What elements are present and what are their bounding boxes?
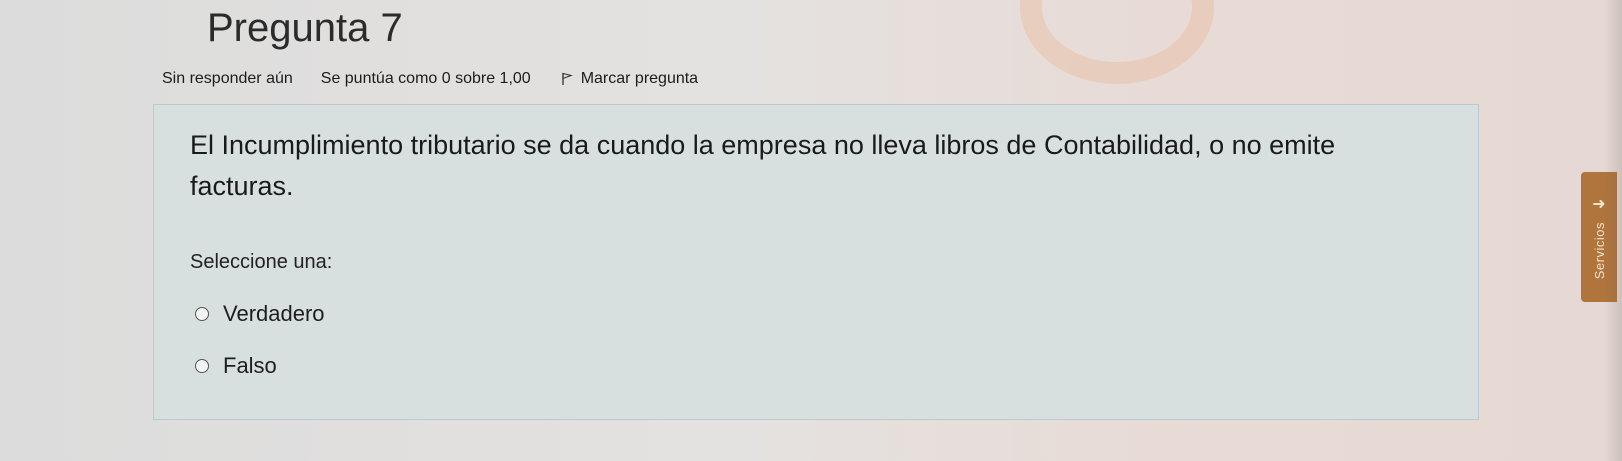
question-title: Pregunta 7 — [207, 6, 403, 50]
option-verdadero[interactable]: Verdadero — [195, 301, 325, 327]
radio-button-falso[interactable] — [195, 359, 209, 373]
question-info: Sin responder aún Se puntúa como 0 sobre… — [162, 68, 698, 90]
question-text: El Incumplimiento tributario se da cuand… — [190, 130, 1336, 201]
option-label: Falso — [223, 353, 277, 378]
option-label: Verdadero — [223, 301, 325, 326]
flag-question-label: Marcar pregunta — [580, 70, 699, 87]
question-panel: El Incumplimiento tributario se da cuand… — [153, 104, 1479, 420]
page-scrollbar[interactable] — [1604, 0, 1622, 461]
flag-question-link[interactable]: Marcar pregunta — [561, 70, 698, 88]
question-status: Sin responder aún — [162, 70, 293, 87]
option-falso[interactable]: Falso — [195, 353, 277, 379]
question-grade: Se puntúa como 0 sobre 1,00 — [320, 70, 531, 87]
decorative-arc — [1020, 0, 1214, 84]
flag-icon — [562, 72, 573, 85]
radio-button-verdadero[interactable] — [195, 307, 209, 321]
answer-prompt: Seleccione una: — [190, 251, 333, 273]
